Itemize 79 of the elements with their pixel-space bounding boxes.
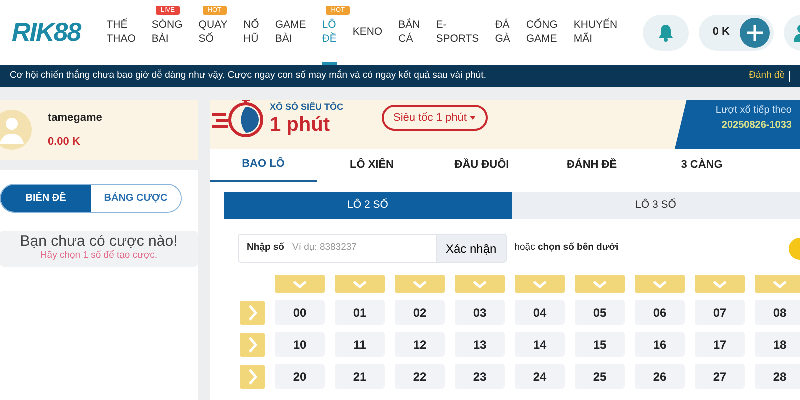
nav-link[interactable]: KHUYẾN MÃI: [574, 19, 618, 46]
slip-tab[interactable]: BIÊN ĐỀ: [1, 185, 91, 212]
number-cell[interactable]: 28: [755, 364, 800, 389]
number-cell[interactable]: 16: [635, 332, 685, 357]
number-cell[interactable]: 06: [635, 300, 685, 325]
digit-tab[interactable]: LÔ 2 SỐ: [224, 192, 512, 219]
nav-link[interactable]: NỔ HŨ: [244, 19, 260, 46]
number-cell[interactable]: 27: [695, 364, 745, 389]
notification-button[interactable]: [642, 14, 689, 50]
nav-link[interactable]: LÔ ĐỀ: [322, 19, 337, 46]
nav-link[interactable]: QUAY SỐ: [198, 19, 228, 46]
confirm-button[interactable]: Xác nhận: [436, 234, 507, 263]
column-select-button[interactable]: [635, 275, 685, 293]
column-select-button[interactable]: [455, 275, 505, 293]
number-cell[interactable]: 02: [395, 300, 445, 325]
number-cell[interactable]: 00: [275, 300, 325, 325]
number-cell[interactable]: 21: [335, 364, 385, 389]
number-cell[interactable]: 18: [755, 332, 800, 357]
number-cell[interactable]: 13: [455, 332, 505, 357]
nav-link[interactable]: GAME BÀI: [275, 19, 306, 46]
nav-link[interactable]: E-SPORTS: [436, 19, 480, 46]
chevron-right-icon: [246, 302, 258, 322]
nav-link[interactable]: CỔNG GAME: [526, 19, 558, 46]
number-cell[interactable]: 17: [695, 332, 745, 357]
number-cell[interactable]: 20: [275, 364, 325, 389]
column-select-button[interactable]: [695, 275, 745, 293]
number-cell[interactable]: 14: [515, 332, 565, 357]
next-draw-label: Lượt xổ tiếp theo: [716, 104, 792, 118]
input-hint: hoặc chọn số bên dưới: [514, 241, 619, 256]
number-cell[interactable]: 05: [575, 300, 625, 325]
nav-link[interactable]: ĐÁ GÀ: [495, 19, 510, 46]
balance-amount: 0 K: [712, 25, 730, 40]
row-select-button[interactable]: [240, 300, 265, 324]
nav-link[interactable]: BẮN CÁ: [398, 19, 420, 46]
row-select-button[interactable]: [240, 332, 265, 356]
column-select-button[interactable]: [515, 275, 565, 293]
empty-title: Bạn chưa có cược nào!: [19, 233, 179, 250]
number-cell[interactable]: 07: [695, 300, 745, 325]
logo[interactable]: RIK88: [12, 13, 81, 52]
mode-dropdown[interactable]: Siêu tốc 1 phút: [382, 104, 488, 132]
avatar-icon: [0, 110, 34, 150]
column-select-button[interactable]: [335, 275, 385, 293]
nav-link[interactable]: THẾ THAO: [106, 19, 136, 46]
column-select-button[interactable]: [395, 275, 445, 293]
column-select-button[interactable]: [755, 275, 800, 293]
row-select-button[interactable]: [240, 364, 265, 388]
number-cell[interactable]: 08: [755, 300, 800, 325]
column-select-button[interactable]: [575, 275, 625, 293]
number-cell[interactable]: 26: [635, 364, 685, 389]
ticker-link[interactable]: Đánh đề: [749, 68, 785, 84]
number-cell[interactable]: 10: [275, 332, 325, 357]
ticker-message: Cơ hội chiến thắng chưa bao giờ dễ dàng như vậy. Cược ngay con số may mắn và có ngay kết quả sau vài phút.: [10, 68, 486, 83]
number-cell[interactable]: 01: [335, 300, 385, 325]
next-draw-id: 20250826-1033: [722, 119, 792, 133]
number-cell[interactable]: 04: [515, 300, 565, 325]
nav-link[interactable]: KENO: [352, 26, 383, 40]
user-balance: 0.00 K: [48, 135, 82, 150]
empty-hint: Hãy chọn 1 số để tạo cược.: [39, 250, 159, 261]
number-cell[interactable]: 11: [335, 332, 385, 357]
chevron-right-icon: [246, 366, 258, 386]
number-cell[interactable]: 15: [575, 332, 625, 357]
digit-tab[interactable]: LÔ 3 SỐ: [512, 192, 800, 219]
column-select-button[interactable]: [275, 275, 325, 293]
bell-icon: [658, 24, 674, 42]
number-cell[interactable]: 23: [455, 364, 505, 389]
number-cell[interactable]: 03: [455, 300, 505, 325]
chevron-right-icon: [246, 334, 258, 354]
input-label: Nhập số: [247, 241, 284, 256]
number-cell[interactable]: 25: [575, 364, 625, 389]
number-cell[interactable]: 22: [395, 364, 445, 389]
caret-icon: [470, 116, 476, 120]
game-title: 1 phút: [270, 114, 331, 135]
game-subtitle: XỔ SỐ SIÊU TỐC: [270, 101, 344, 114]
plus-icon: [740, 18, 770, 48]
number-input-field[interactable]: Nhập số Ví dụ: 8383237: [238, 234, 436, 263]
nav-link[interactable]: SÒNG BÀI: [152, 19, 183, 46]
number-cell[interactable]: 12: [395, 332, 445, 357]
user-name: tamegame: [48, 110, 102, 126]
number-cell[interactable]: 24: [515, 364, 565, 389]
